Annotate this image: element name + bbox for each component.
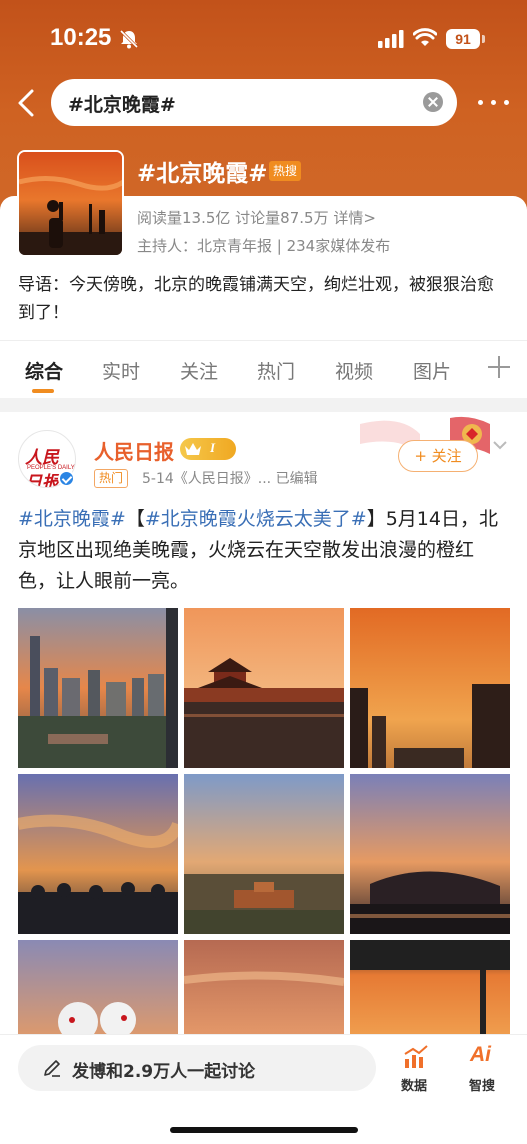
photo-birds-nest-stadium[interactable] bbox=[350, 774, 510, 934]
search-query-text: #北京晚霞# bbox=[68, 94, 176, 116]
photo-cbd-skyline[interactable] bbox=[18, 608, 178, 768]
cellular-signal-icon bbox=[378, 30, 404, 48]
battery-tip bbox=[482, 35, 485, 43]
bottom-bar: 发博和2.9万人一起讨论 数据 Ai 智搜 bbox=[0, 1034, 527, 1144]
topic-stats[interactable]: 阅读量13.5亿 讨论量87.5万 详情> bbox=[137, 207, 376, 228]
topic-link-beijing-sunset[interactable]: #北京晚霞# bbox=[18, 508, 126, 530]
tab-bar: 综合 实时 关注 热门 视频 图片 bbox=[0, 340, 527, 396]
battery-indicator: 91 bbox=[446, 29, 480, 49]
hot-tag: 热门 bbox=[94, 469, 129, 488]
tab-following[interactable]: 关注 bbox=[180, 357, 218, 384]
member-crown-icon bbox=[180, 438, 236, 460]
add-tab-icon[interactable] bbox=[488, 356, 510, 378]
ai-search-button[interactable]: Ai 智搜 bbox=[466, 1043, 502, 1099]
chevron-down-icon[interactable] bbox=[491, 436, 509, 454]
follow-button[interactable]: + 关注 bbox=[398, 440, 478, 472]
tab-video[interactable]: 视频 bbox=[335, 357, 373, 384]
ai-search-label: 智搜 bbox=[469, 1079, 496, 1094]
photo-forbidden-city-aerial[interactable] bbox=[184, 774, 344, 934]
search-input[interactable]: #北京晚霞# bbox=[51, 79, 457, 126]
active-tab-indicator bbox=[32, 389, 54, 393]
photo-crowd-purple-sky[interactable] bbox=[18, 774, 178, 934]
clear-search-icon[interactable] bbox=[423, 92, 443, 112]
photo-cloud-layers[interactable] bbox=[184, 940, 344, 1040]
wifi-icon bbox=[413, 28, 437, 46]
more-options-icon[interactable] bbox=[476, 90, 512, 114]
data-label: 数据 bbox=[401, 1079, 428, 1094]
data-button[interactable]: 数据 bbox=[398, 1043, 434, 1099]
tab-hot[interactable]: 热门 bbox=[257, 357, 295, 384]
compose-discussion-button[interactable]: 发博和2.9万人一起讨论 bbox=[18, 1045, 376, 1091]
topic-thumbnail[interactable] bbox=[17, 150, 124, 257]
tab-pictures[interactable]: 图片 bbox=[413, 357, 451, 384]
post-text-bracket: 【 bbox=[125, 508, 145, 530]
author-name[interactable]: 人民日报 bbox=[94, 436, 174, 465]
photo-mascot-dolls[interactable] bbox=[18, 940, 178, 1040]
topic-guide: 导语：今天傍晚，北京的晚霞铺满天空，绚烂壮观，被狠狠治愈到了！ bbox=[18, 275, 494, 323]
post-meta: 5-14《人民日报》... 已编辑 bbox=[142, 471, 318, 487]
topic-host[interactable]: 主持人：北京青年报 | 234家媒体发布 bbox=[137, 235, 390, 256]
status-time: 10:25 bbox=[50, 24, 112, 51]
back-arrow-icon[interactable] bbox=[14, 88, 38, 118]
photo-station-canopy[interactable] bbox=[350, 940, 510, 1040]
chart-icon bbox=[404, 1045, 428, 1068]
home-indicator bbox=[170, 1127, 358, 1133]
photo-buildings-orange-sky[interactable] bbox=[350, 608, 510, 768]
topic-link-fire-clouds[interactable]: #北京晚霞火烧云太美了# bbox=[145, 508, 367, 530]
hot-search-badge: 热搜 bbox=[269, 161, 302, 181]
verified-icon bbox=[58, 470, 75, 487]
post-text: #北京晚霞#【#北京晚霞火烧云太美了#】5月14日，北京地区出现绝美晚霞，火烧云… bbox=[18, 504, 510, 597]
photo-forbidden-city-turret[interactable] bbox=[184, 608, 344, 768]
topic-title: #北京晚霞# bbox=[137, 161, 268, 187]
tab-comprehensive[interactable]: 综合 bbox=[25, 357, 63, 384]
compose-text: 发博和2.9万人一起讨论 bbox=[72, 1062, 256, 1082]
pen-icon bbox=[44, 1060, 60, 1077]
bell-muted-icon bbox=[119, 29, 139, 49]
ai-search-icon: Ai bbox=[470, 1043, 491, 1066]
status-bar: 10:25 91 bbox=[0, 0, 527, 76]
tab-realtime[interactable]: 实时 bbox=[102, 357, 140, 384]
